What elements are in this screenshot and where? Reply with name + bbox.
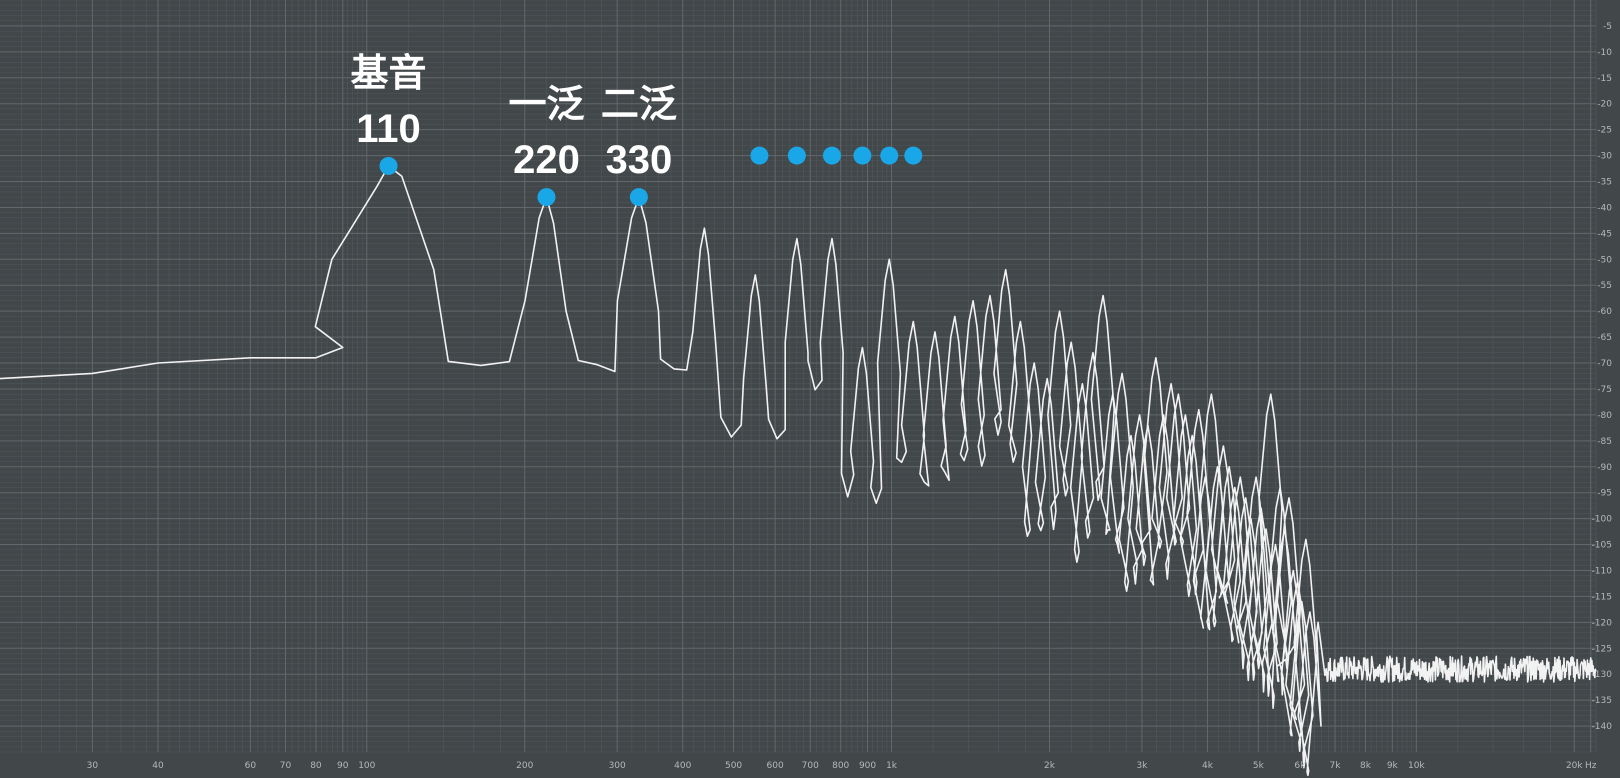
x-axis-ticks: 30 40 60 70 80 90 100 200 300 400 500 600 700 800 900 1… <box>87 761 1597 771</box>
x-tick-label: 2k <box>1044 761 1056 771</box>
x-tick-label: 20k <box>1566 761 1583 771</box>
x-tick-label: 300 <box>609 761 626 771</box>
harmonic-marker <box>379 156 398 175</box>
continuation-dot <box>904 146 923 165</box>
y-tick-label: -100 <box>1592 515 1613 525</box>
y-tick-label: -85 <box>1597 437 1612 447</box>
continuation-dot <box>787 146 806 165</box>
x-tick-label: 10k <box>1408 761 1425 771</box>
x-tick-label: 60 <box>245 761 257 771</box>
y-tick-label: -50 <box>1597 255 1612 265</box>
x-tick-label: 4k <box>1202 761 1214 771</box>
y-tick-label: -135 <box>1592 696 1612 706</box>
x-tick-label: 900 <box>859 761 876 771</box>
x-tick-label: 600 <box>767 761 784 771</box>
x-tick-label: 90 <box>337 761 349 771</box>
harmonic-frequency-label: 220 <box>513 138 580 182</box>
spectrum-chart: 基音 110 一泛 220 二泛 330 30 40 60 70 80 90 100 200 300 400… <box>0 0 1620 778</box>
y-tick-label: -15 <box>1597 74 1612 84</box>
continuation-dot <box>880 146 899 165</box>
harmonic-marker <box>537 188 556 207</box>
y-tick-label: -125 <box>1592 644 1612 654</box>
x-tick-label: 80 <box>310 761 322 771</box>
x-tick-label: 7k <box>1330 761 1342 771</box>
x-tick-label: 30 <box>87 761 99 771</box>
x-tick-label: 70 <box>280 761 292 771</box>
y-tick-label: -115 <box>1592 592 1612 602</box>
y-tick-label: -105 <box>1592 541 1612 551</box>
y-tick-label: -25 <box>1597 126 1612 136</box>
y-tick-label: -65 <box>1597 333 1612 343</box>
x-tick-label: 5k <box>1253 761 1265 771</box>
x-tick-label: 400 <box>674 761 691 771</box>
y-tick-label: -130 <box>1592 670 1613 680</box>
x-tick-label: 8k <box>1360 761 1372 771</box>
y-tick-label: -20 <box>1597 100 1612 110</box>
y-tick-label: -80 <box>1597 411 1612 421</box>
y-tick-label: -75 <box>1597 385 1612 395</box>
continuation-dot <box>750 146 769 165</box>
y-tick-label: -140 <box>1592 722 1613 732</box>
x-tick-label: Hz <box>1585 761 1597 771</box>
harmonic-marker <box>629 188 648 207</box>
continuation-dot <box>822 146 841 165</box>
x-tick-label: 200 <box>516 761 533 771</box>
y-tick-label: -95 <box>1597 489 1612 499</box>
harmonic-name-label: 基音 <box>351 51 427 95</box>
harmonic-frequency-label: 110 <box>356 107 421 151</box>
x-tick-label: 700 <box>802 761 819 771</box>
x-tick-label: 800 <box>832 761 849 771</box>
y-tick-label: -5 <box>1603 22 1612 32</box>
continuation-dot <box>853 146 872 165</box>
x-tick-label: 500 <box>725 761 742 771</box>
x-tick-label: 9k <box>1387 761 1399 771</box>
harmonic-name-label: 一泛 <box>508 82 584 126</box>
y-tick-label: -90 <box>1597 463 1612 473</box>
y-tick-label: -55 <box>1597 281 1612 291</box>
y-tick-label: -110 <box>1592 566 1613 576</box>
x-tick-label: 6k <box>1294 761 1306 771</box>
grid <box>0 0 1620 778</box>
y-tick-label: -30 <box>1597 152 1612 162</box>
spectrum-analyzer: 基音 110 一泛 220 二泛 330 30 40 60 70 80 90 100 200 300 400… <box>0 0 1620 778</box>
x-tick-label: 100 <box>358 761 375 771</box>
harmonic-frequency-label: 330 <box>606 138 673 182</box>
y-tick-label: -60 <box>1597 307 1612 317</box>
harmonic-name-label: 二泛 <box>601 82 677 126</box>
y-tick-label: -35 <box>1597 178 1612 188</box>
x-tick-label: 1k <box>886 761 898 771</box>
y-tick-label: -120 <box>1592 618 1613 628</box>
x-tick-label: 40 <box>152 761 164 771</box>
y-tick-label: -40 <box>1597 203 1612 213</box>
y-tick-label: -45 <box>1597 229 1612 239</box>
x-tick-label: 3k <box>1136 761 1148 771</box>
y-tick-label: -10 <box>1597 48 1612 58</box>
y-tick-label: -70 <box>1597 359 1612 369</box>
